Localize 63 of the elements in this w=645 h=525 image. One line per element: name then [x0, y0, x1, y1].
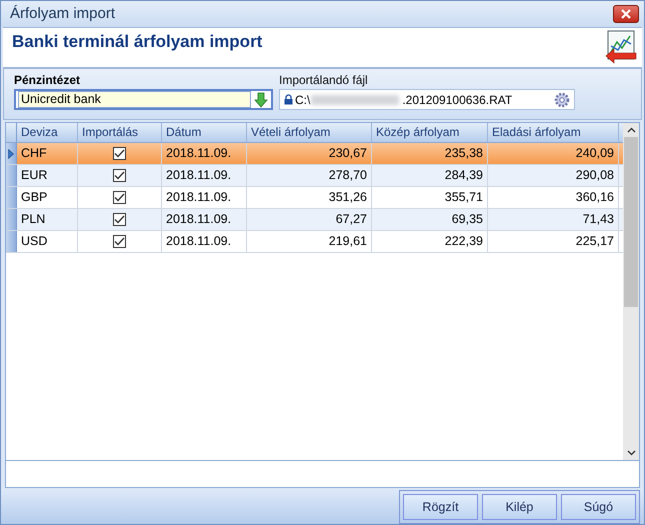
column-header[interactable]: Deviza — [17, 123, 78, 142]
dialog-button[interactable]: Kilép — [482, 494, 557, 520]
bank-dropdown[interactable]: Unicredit bank — [14, 89, 273, 110]
dialog-button[interactable]: Rögzít — [403, 494, 478, 520]
table-cell: GBP — [17, 187, 78, 208]
checkbox[interactable] — [113, 235, 126, 248]
field-label: Pénzintézet — [14, 73, 82, 88]
table-row[interactable]: EUR 2018.11.09. 278,70 284,39 290,08 — [6, 165, 623, 188]
down-arrow-icon — [254, 92, 268, 108]
close-button[interactable] — [613, 4, 639, 23]
table-cell: USD — [17, 231, 78, 252]
table-cell: 2018.11.09. — [162, 143, 247, 164]
scroll-up-icon[interactable] — [626, 127, 636, 134]
scroll-down-icon[interactable] — [626, 450, 636, 456]
chart-import-icon — [604, 30, 638, 64]
table-cell: 67,27 — [247, 209, 372, 230]
table-cell: 222,39 — [372, 231, 488, 252]
table-cell: 2018.11.09. — [162, 209, 247, 230]
table-cell: 219,61 — [247, 231, 372, 252]
table-cell: 71,43 — [488, 209, 619, 230]
table-cell: 235,38 — [372, 143, 488, 164]
column-header[interactable]: Importálás — [78, 123, 162, 142]
table-row[interactable]: GBP 2018.11.09. 351,26 355,71 360,16 — [6, 187, 623, 210]
table-cell: 225,17 — [488, 231, 619, 252]
table-cell: EUR — [17, 165, 78, 186]
table-cell: 351,26 — [247, 187, 372, 208]
dialog-heading: Banki terminál árfolyam import — [12, 32, 262, 52]
table-cell: 360,16 — [488, 187, 619, 208]
column-header[interactable]: Vételi árfolyam — [247, 123, 372, 142]
table-row[interactable]: USD 2018.11.09. 219,61 222,39 225,17 — [6, 231, 623, 254]
table-row[interactable]: PLN 2018.11.09. 67,27 69,35 71,43 — [6, 209, 623, 232]
scroll-thumb[interactable] — [624, 137, 638, 308]
table-cell: CHF — [17, 143, 78, 164]
checkbox[interactable] — [113, 213, 126, 226]
file-path-field[interactable]: C:\ .201209100636.RAT — [279, 89, 575, 110]
dialog-button[interactable]: Súgó — [561, 494, 636, 520]
lock-icon — [284, 94, 293, 106]
scrollbar[interactable] — [623, 123, 639, 460]
column-header[interactable]: Dátum — [162, 123, 247, 142]
close-icon — [621, 8, 631, 19]
table-cell: 2018.11.09. — [162, 165, 247, 186]
gear-icon[interactable] — [554, 92, 570, 108]
table-cell: 240,09 — [488, 143, 619, 164]
table-cell: 284,39 — [372, 165, 488, 186]
column-header[interactable]: Eladási árfolyam — [488, 123, 619, 142]
file-path-start: C:\ — [295, 92, 310, 107]
table-cell: 278,70 — [247, 165, 372, 186]
table-cell: 2018.11.09. — [162, 231, 247, 252]
row-indicator[interactable] — [6, 143, 17, 164]
table-cell: 230,67 — [247, 143, 372, 164]
column-header[interactable]: Közép árfolyam — [372, 123, 488, 142]
table-cell: PLN — [17, 209, 78, 230]
table-row[interactable]: CHF 2018.11.09. 230,67 235,38 240,09 — [6, 143, 623, 166]
field-label: Importálandó fájl — [279, 73, 369, 88]
checkbox[interactable] — [113, 147, 126, 160]
file-path-end: .201209100636.RAT — [402, 92, 512, 107]
table-cell: 355,71 — [372, 187, 488, 208]
window-title: Árfolyam import — [10, 5, 116, 22]
checkbox[interactable] — [113, 191, 126, 204]
table-cell: 290,08 — [488, 165, 619, 186]
table-cell: 2018.11.09. — [162, 187, 247, 208]
checkbox[interactable] — [113, 169, 126, 182]
table-cell: 69,35 — [372, 209, 488, 230]
